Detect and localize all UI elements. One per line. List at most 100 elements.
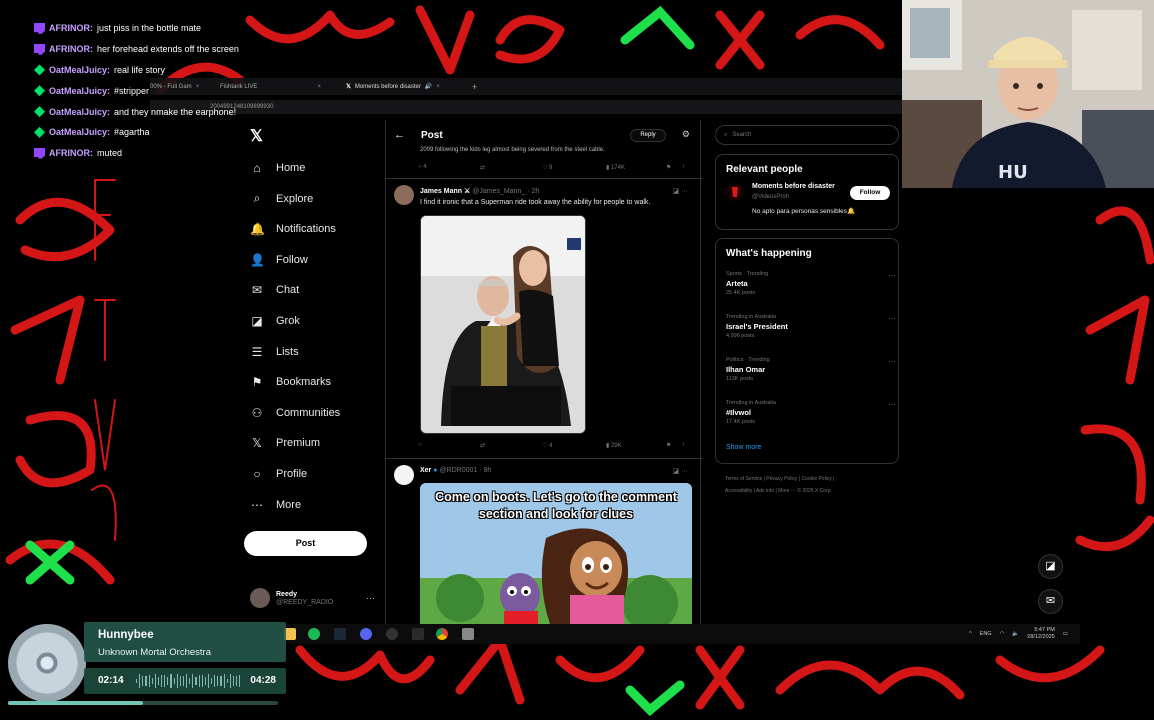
nav-item-label: Notifications [276, 223, 336, 236]
playback-bar: 02:14 04:28 [84, 668, 286, 694]
trend-post-count: 4,996 posts [726, 333, 755, 339]
follow-button[interactable]: Follow [850, 186, 890, 200]
trend-name: Arteta [726, 279, 748, 288]
account-switcher[interactable]: Reedy @REEDY_RADIO ··· [250, 586, 375, 610]
obs-icon[interactable] [386, 628, 398, 640]
avatar[interactable] [394, 465, 414, 485]
show-more-link[interactable]: Show more [726, 444, 761, 451]
reply-button[interactable]: Reply [630, 129, 666, 142]
x-app: 𝕏 ⌂ Home ⌕ Explore 🔔 Notifications 👤 Follow ✉ Cha… [150, 120, 902, 624]
x-icon: 𝕏 [346, 84, 351, 90]
account-name[interactable]: Moments before disaster [752, 183, 835, 190]
share-icon[interactable]: ↑ [682, 164, 685, 170]
bookmark-icon[interactable]: ⚑ [666, 164, 671, 171]
trend-name: #Ilvwol [726, 408, 752, 417]
close-icon[interactable]: × [317, 84, 321, 90]
repost-icon[interactable]: ⇄ [480, 442, 485, 449]
grok-icon[interactable]: ◪ ··· [672, 187, 688, 195]
browser-tab-strip: 00% - Full Gam × Fishtank LIVE × 𝕏 Moments … [150, 78, 902, 95]
tweet-actions: ○ ⇄ ♡ 4 ▮ 29K ⚑ ↑ [416, 442, 696, 452]
nav-item-communities[interactable]: ⚇ Communities [250, 401, 341, 425]
trend-item[interactable]: Sports · Trending Arteta 25.4K posts ··· [726, 271, 896, 307]
more-icon[interactable]: ··· [888, 357, 896, 366]
repost-icon[interactable]: ⇄ [480, 164, 485, 171]
album-art-disc [8, 624, 86, 702]
like-icon[interactable]: ♡ 9 [542, 164, 552, 171]
speaker-icon[interactable]: 🔈 [1012, 631, 1019, 637]
more-icon[interactable]: ··· [888, 314, 896, 323]
new-tab-icon[interactable]: + [472, 81, 477, 92]
gem-badge-icon [34, 106, 45, 118]
account-handle: @VideosProh [752, 194, 790, 200]
spotify-icon[interactable] [308, 628, 320, 640]
app-icon[interactable] [462, 628, 474, 640]
tweet-author[interactable]: James Mann [420, 188, 462, 195]
more-icon[interactable]: ··· [366, 593, 375, 603]
nav-item-label: Follow [276, 253, 308, 266]
footer-links[interactable]: Terms of Service | Privacy Policy | Cook… [725, 476, 834, 482]
clock[interactable]: 5:47 PM 28/12/2025 [1027, 627, 1055, 641]
discord-icon[interactable] [360, 628, 372, 640]
account-bio: No apto para personas sensibles🔔 [752, 208, 856, 215]
post-button[interactable]: Post [244, 531, 367, 556]
messages-floating-icon[interactable]: ✉ [1038, 589, 1063, 614]
grok-icon[interactable]: ◪ ··· [672, 467, 688, 475]
app-icon[interactable] [412, 628, 424, 640]
trend-category: Sports · Trending [726, 271, 769, 277]
trend-item[interactable]: Trending in Australia #Ilvwol 17.4K posts ·… [726, 400, 896, 436]
views-icon[interactable]: ▮ 29K [606, 442, 622, 449]
like-icon[interactable]: ♡ 4 [542, 442, 552, 449]
back-arrow-icon[interactable]: ← [394, 129, 405, 141]
progress-track[interactable] [8, 701, 278, 705]
nav-item-home[interactable]: ⌂ Home [250, 156, 305, 180]
nav-item-premium[interactable]: 𝕏 Premium [250, 431, 320, 455]
steam-icon[interactable] [334, 628, 346, 640]
notification-icon[interactable]: ▭ [1063, 631, 1068, 637]
whats-happening-card: What's happening Sports · Trending Arteta… [715, 238, 899, 464]
avatar [250, 588, 270, 608]
nav-item-more[interactable]: ⋯ More [250, 493, 301, 517]
profile-handle: @REEDY_RADIO [276, 599, 334, 606]
x-logo-icon[interactable]: 𝕏 [250, 126, 263, 146]
address-bar[interactable]: 2004991248109899930 [150, 100, 902, 114]
nav-item-grok[interactable]: ◪ Grok [250, 309, 300, 333]
reply-icon[interactable]: ○ [418, 442, 422, 448]
avatar[interactable] [394, 185, 414, 205]
bookmark-icon[interactable]: ⚑ [666, 442, 671, 449]
nav-item-explore[interactable]: ⌕ Explore [250, 187, 314, 211]
trend-item[interactable]: Politics · Trending Ilhan Omar 113K posts ·… [726, 357, 896, 393]
nav-item-follow[interactable]: 👤 Follow [250, 248, 308, 272]
nav-item-notifications[interactable]: 🔔 Notifications [250, 217, 336, 241]
grok-floating-icon[interactable]: ◪ [1038, 554, 1063, 579]
nav-item-profile[interactable]: ○ Profile [250, 462, 307, 486]
share-icon[interactable]: ↑ [682, 442, 685, 448]
chat-text: just piss in the bottle mate [97, 23, 202, 34]
footer-links[interactable]: Accessibility | Ads info | More ··· © 20… [725, 488, 832, 494]
search-input[interactable]: ⌕ Search [715, 125, 899, 145]
sort-icon[interactable]: ⚙ [682, 129, 690, 140]
tweet-header: Xer ● @RDR0001 · 9h [420, 467, 491, 474]
views-icon[interactable]: ▮ 174K [606, 164, 625, 171]
more-icon[interactable]: ··· [888, 400, 896, 409]
nav-item-chat[interactable]: ✉ Chat [250, 278, 299, 302]
system-tray: ^ ENG ◠ 🔈 5:47 PM 28/12/2025 ▭ [969, 627, 1068, 641]
more-icon[interactable]: ··· [888, 271, 896, 280]
close-icon[interactable]: × [436, 84, 440, 90]
tweet-author[interactable]: Xer [420, 467, 431, 474]
chat-message: OatMealJuicy: #agartha [34, 122, 239, 143]
browser-tab-active[interactable]: 𝕏 Moments before disaster 🔊 × [346, 81, 440, 92]
chevron-up-icon[interactable]: ^ [969, 631, 972, 637]
chrome-icon[interactable] [436, 628, 448, 640]
tweet-photo[interactable] [420, 215, 586, 434]
reply-icon[interactable]: ○ 4 [418, 164, 427, 170]
chat-message: OatMealJuicy: #stripper [34, 80, 239, 101]
x-icon: 𝕏 [252, 436, 262, 451]
avatar[interactable] [726, 183, 744, 201]
chat-message: AFRINOR: her forehead extends off the scr… [34, 39, 239, 60]
trend-item[interactable]: Trending in Australia Israel's President 4… [726, 314, 896, 350]
nav-item-lists[interactable]: ☰ Lists [250, 340, 299, 364]
tweet-meme-image[interactable]: Come on boots. Let's go to the comment s… [420, 483, 692, 624]
wifi-icon[interactable]: ◠ [1000, 631, 1005, 637]
nav-item-bookmarks[interactable]: ⚑ Bookmarks [250, 370, 331, 394]
language-indicator[interactable]: ENG [980, 631, 992, 637]
